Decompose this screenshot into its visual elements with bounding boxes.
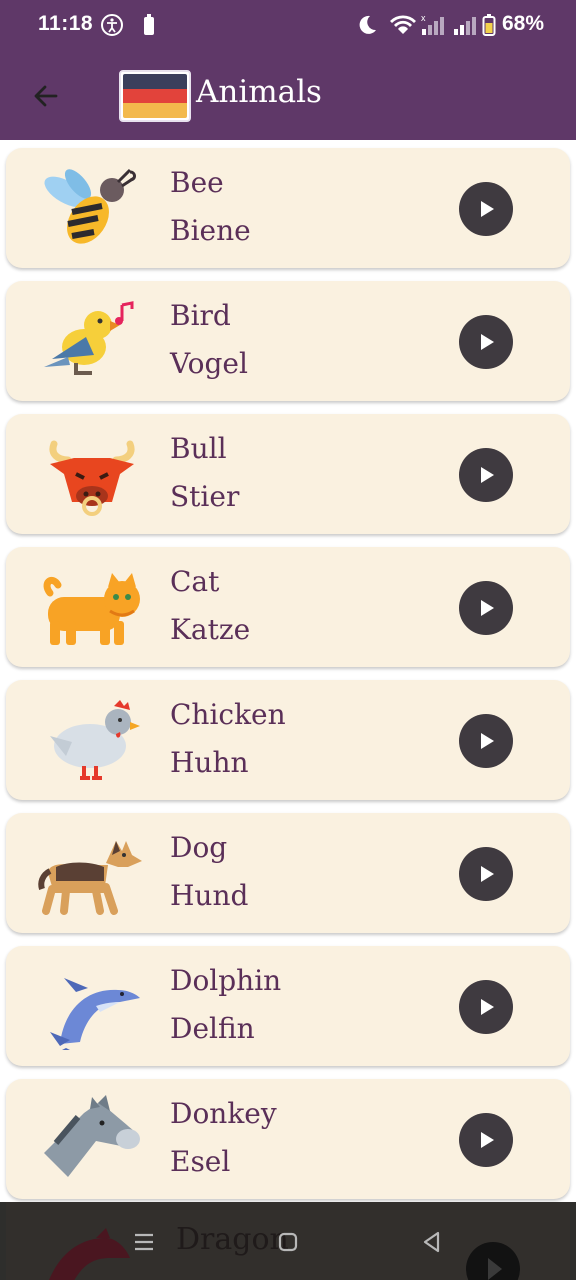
english-word: Bird — [170, 299, 231, 332]
animal-card-dog[interactable]: Dog Hund — [6, 813, 570, 933]
play-button[interactable] — [459, 448, 513, 502]
battery-saver-icon — [142, 12, 156, 38]
play-icon — [481, 600, 494, 616]
play-icon — [488, 1258, 502, 1280]
back-button[interactable] — [24, 74, 68, 118]
play-icon — [481, 1132, 494, 1148]
signal-sim1-icon: x — [420, 12, 446, 38]
dolphin-icon — [50, 978, 140, 1050]
bull-icon — [49, 440, 135, 516]
accessibility-icon — [100, 12, 124, 38]
german-word: Huhn — [170, 746, 249, 779]
animal-card-bee[interactable]: Bee Biene — [6, 148, 570, 268]
play-button[interactable] — [459, 315, 513, 369]
back-nav-button[interactable] — [418, 1228, 446, 1256]
english-word: Chicken — [170, 698, 286, 731]
play-icon — [481, 201, 494, 217]
battery-percent: 68% — [501, 12, 544, 35]
chicken-icon — [50, 700, 140, 780]
arrow-left-icon — [34, 85, 58, 107]
german-word: Esel — [170, 1145, 231, 1178]
english-word: Cat — [170, 565, 220, 598]
play-button[interactable] — [459, 980, 513, 1034]
battery-icon — [482, 12, 496, 38]
play-button[interactable] — [459, 1113, 513, 1167]
play-icon — [481, 733, 494, 749]
english-word: Donkey — [170, 1097, 277, 1130]
play-button[interactable] — [459, 847, 513, 901]
signal-sim2-icon — [452, 12, 478, 38]
home-square-icon — [278, 1232, 298, 1252]
status-bar: 11:18 x 68% — [0, 0, 576, 52]
app-bar: Animals — [0, 52, 576, 140]
english-word: Dog — [170, 831, 228, 864]
play-icon — [481, 334, 494, 350]
menu-lines-icon — [135, 1233, 153, 1251]
bird-icon — [44, 301, 134, 375]
play-button[interactable] — [459, 182, 513, 236]
wifi-icon — [388, 12, 418, 38]
animal-card-bird[interactable]: Bird Vogel — [6, 281, 570, 401]
play-icon — [481, 866, 494, 882]
german-word: Vogel — [170, 347, 248, 380]
page-title: Animals — [196, 74, 322, 110]
english-word: Bull — [170, 432, 227, 465]
german-word: Delfin — [170, 1012, 255, 1045]
cat-icon — [43, 573, 140, 645]
do-not-disturb-moon-icon — [356, 12, 378, 38]
english-word: Dolphin — [170, 964, 282, 997]
play-icon — [481, 999, 494, 1015]
home-button[interactable] — [274, 1228, 302, 1256]
german-word: Stier — [170, 480, 240, 513]
system-navigation-bar: Dragon — [0, 1202, 576, 1280]
germany-flag — [119, 70, 191, 122]
dog-icon — [38, 841, 142, 915]
svg-text:x: x — [421, 13, 426, 23]
animal-card-dolphin[interactable]: Dolphin Delfin — [6, 946, 570, 1066]
animal-card-bull[interactable]: Bull Stier — [6, 414, 570, 534]
recent-apps-button[interactable] — [130, 1228, 158, 1256]
dragon-icon — [49, 1228, 130, 1280]
play-button[interactable] — [466, 1242, 520, 1280]
english-word: Dragon — [176, 1222, 289, 1257]
status-time: 11:18 — [38, 12, 94, 35]
bee-icon — [44, 168, 136, 244]
play-button[interactable] — [459, 581, 513, 635]
play-button[interactable] — [459, 714, 513, 768]
german-word: Hund — [170, 879, 249, 912]
animal-card-cat[interactable]: Cat Katze — [6, 547, 570, 667]
donkey-icon — [44, 1095, 140, 1177]
back-triangle-icon — [423, 1231, 440, 1253]
german-word: Biene — [170, 214, 251, 247]
german-word: Katze — [170, 613, 251, 646]
play-icon — [481, 467, 494, 483]
english-word: Bee — [170, 166, 224, 199]
animal-card-chicken[interactable]: Chicken Huhn — [6, 680, 570, 800]
animal-card-donkey[interactable]: Donkey Esel — [6, 1079, 570, 1199]
